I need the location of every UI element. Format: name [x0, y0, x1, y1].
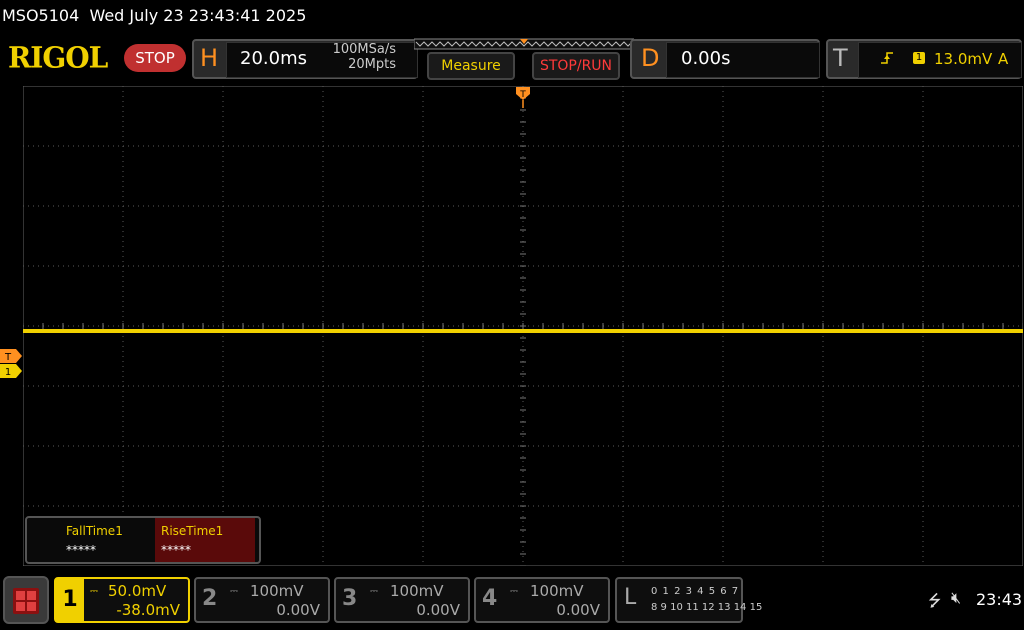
measure-button[interactable]: Measure	[427, 52, 515, 80]
channel-1-scale: 50.0mV	[108, 582, 167, 600]
measurement-value: *****	[66, 543, 96, 557]
memory-overview[interactable]	[414, 38, 634, 50]
delay-label: D	[641, 44, 660, 72]
channel-3-number: 3	[342, 586, 358, 611]
trigger-mode: A	[998, 50, 1009, 68]
measurement-risetime[interactable]: RiseTime1 *****	[155, 518, 255, 562]
channel-1-number: 1	[56, 579, 84, 621]
trigger-position-label: T	[519, 90, 526, 100]
measurement-name: RiseTime1	[161, 524, 224, 538]
model-name: MSO5104	[2, 6, 80, 25]
memory-depth: 20Mpts	[348, 57, 396, 72]
dc-coupling-icon: ⎓	[370, 586, 378, 597]
trigger-label: T	[833, 44, 848, 72]
waveform-grid[interactable]	[23, 86, 1023, 566]
run-state-badge[interactable]: STOP	[124, 44, 186, 72]
system-clock: 23:43	[976, 590, 1023, 609]
trigger-level-marker[interactable]: T	[0, 349, 22, 363]
trigger-level-label: T	[4, 352, 12, 363]
home-button[interactable]	[3, 576, 49, 624]
channel-2-offset: 0.00V	[276, 601, 320, 619]
channel-4-scale: 100mV	[530, 582, 584, 600]
measurement-name: FallTime1	[66, 524, 123, 538]
logic-analyzer-label: L	[624, 585, 637, 610]
status-text: MSO5104 Wed July 23 23:43:41 2025	[2, 6, 306, 25]
trigger-level-value: 13.0mV	[934, 50, 993, 68]
trigger-source-badge: 1	[913, 52, 925, 64]
ch1-marker-label: 1	[5, 367, 11, 378]
sample-rate: 100MSa/s	[332, 42, 396, 57]
rigol-logo: RIGOL	[8, 40, 108, 75]
logic-channels-row-2: 8 9 10 11 12 13 14 15	[651, 602, 763, 613]
dc-coupling-icon: ⎓	[90, 586, 98, 597]
trigger-position-marker[interactable]: T	[515, 86, 531, 110]
channel-4-offset: 0.00V	[556, 601, 600, 619]
dc-coupling-icon: ⎓	[230, 586, 238, 597]
dc-coupling-icon: ⎓	[510, 586, 518, 597]
channel-2-scale: 100mV	[250, 582, 304, 600]
logic-channels-row-1: 0 1 2 3 4 5 6 7	[651, 586, 740, 597]
channel-2-number: 2	[202, 586, 218, 611]
usb-icon: ⭍	[928, 591, 942, 610]
grid-menu-icon	[13, 588, 39, 614]
rising-edge-icon	[881, 52, 893, 64]
channel-4-number: 4	[482, 586, 498, 611]
stop-run-button[interactable]: STOP/RUN	[532, 52, 620, 80]
speaker-mute-icon[interactable]: 🔇︎	[951, 588, 961, 608]
ch1-offset-marker[interactable]: 1	[0, 364, 22, 378]
channel-3-offset: 0.00V	[416, 601, 460, 619]
timebase-value: 20.0ms	[240, 48, 307, 69]
measurement-value: *****	[161, 543, 191, 557]
horizontal-label: H	[200, 44, 219, 72]
channel-3-scale: 100mV	[390, 582, 444, 600]
delay-value: 0.00s	[681, 48, 731, 69]
date-time: Wed July 23 23:43:41 2025	[89, 6, 307, 25]
measurement-falltime[interactable]: FallTime1 *****	[27, 518, 155, 562]
channel-1-offset: -38.0mV	[116, 601, 180, 619]
